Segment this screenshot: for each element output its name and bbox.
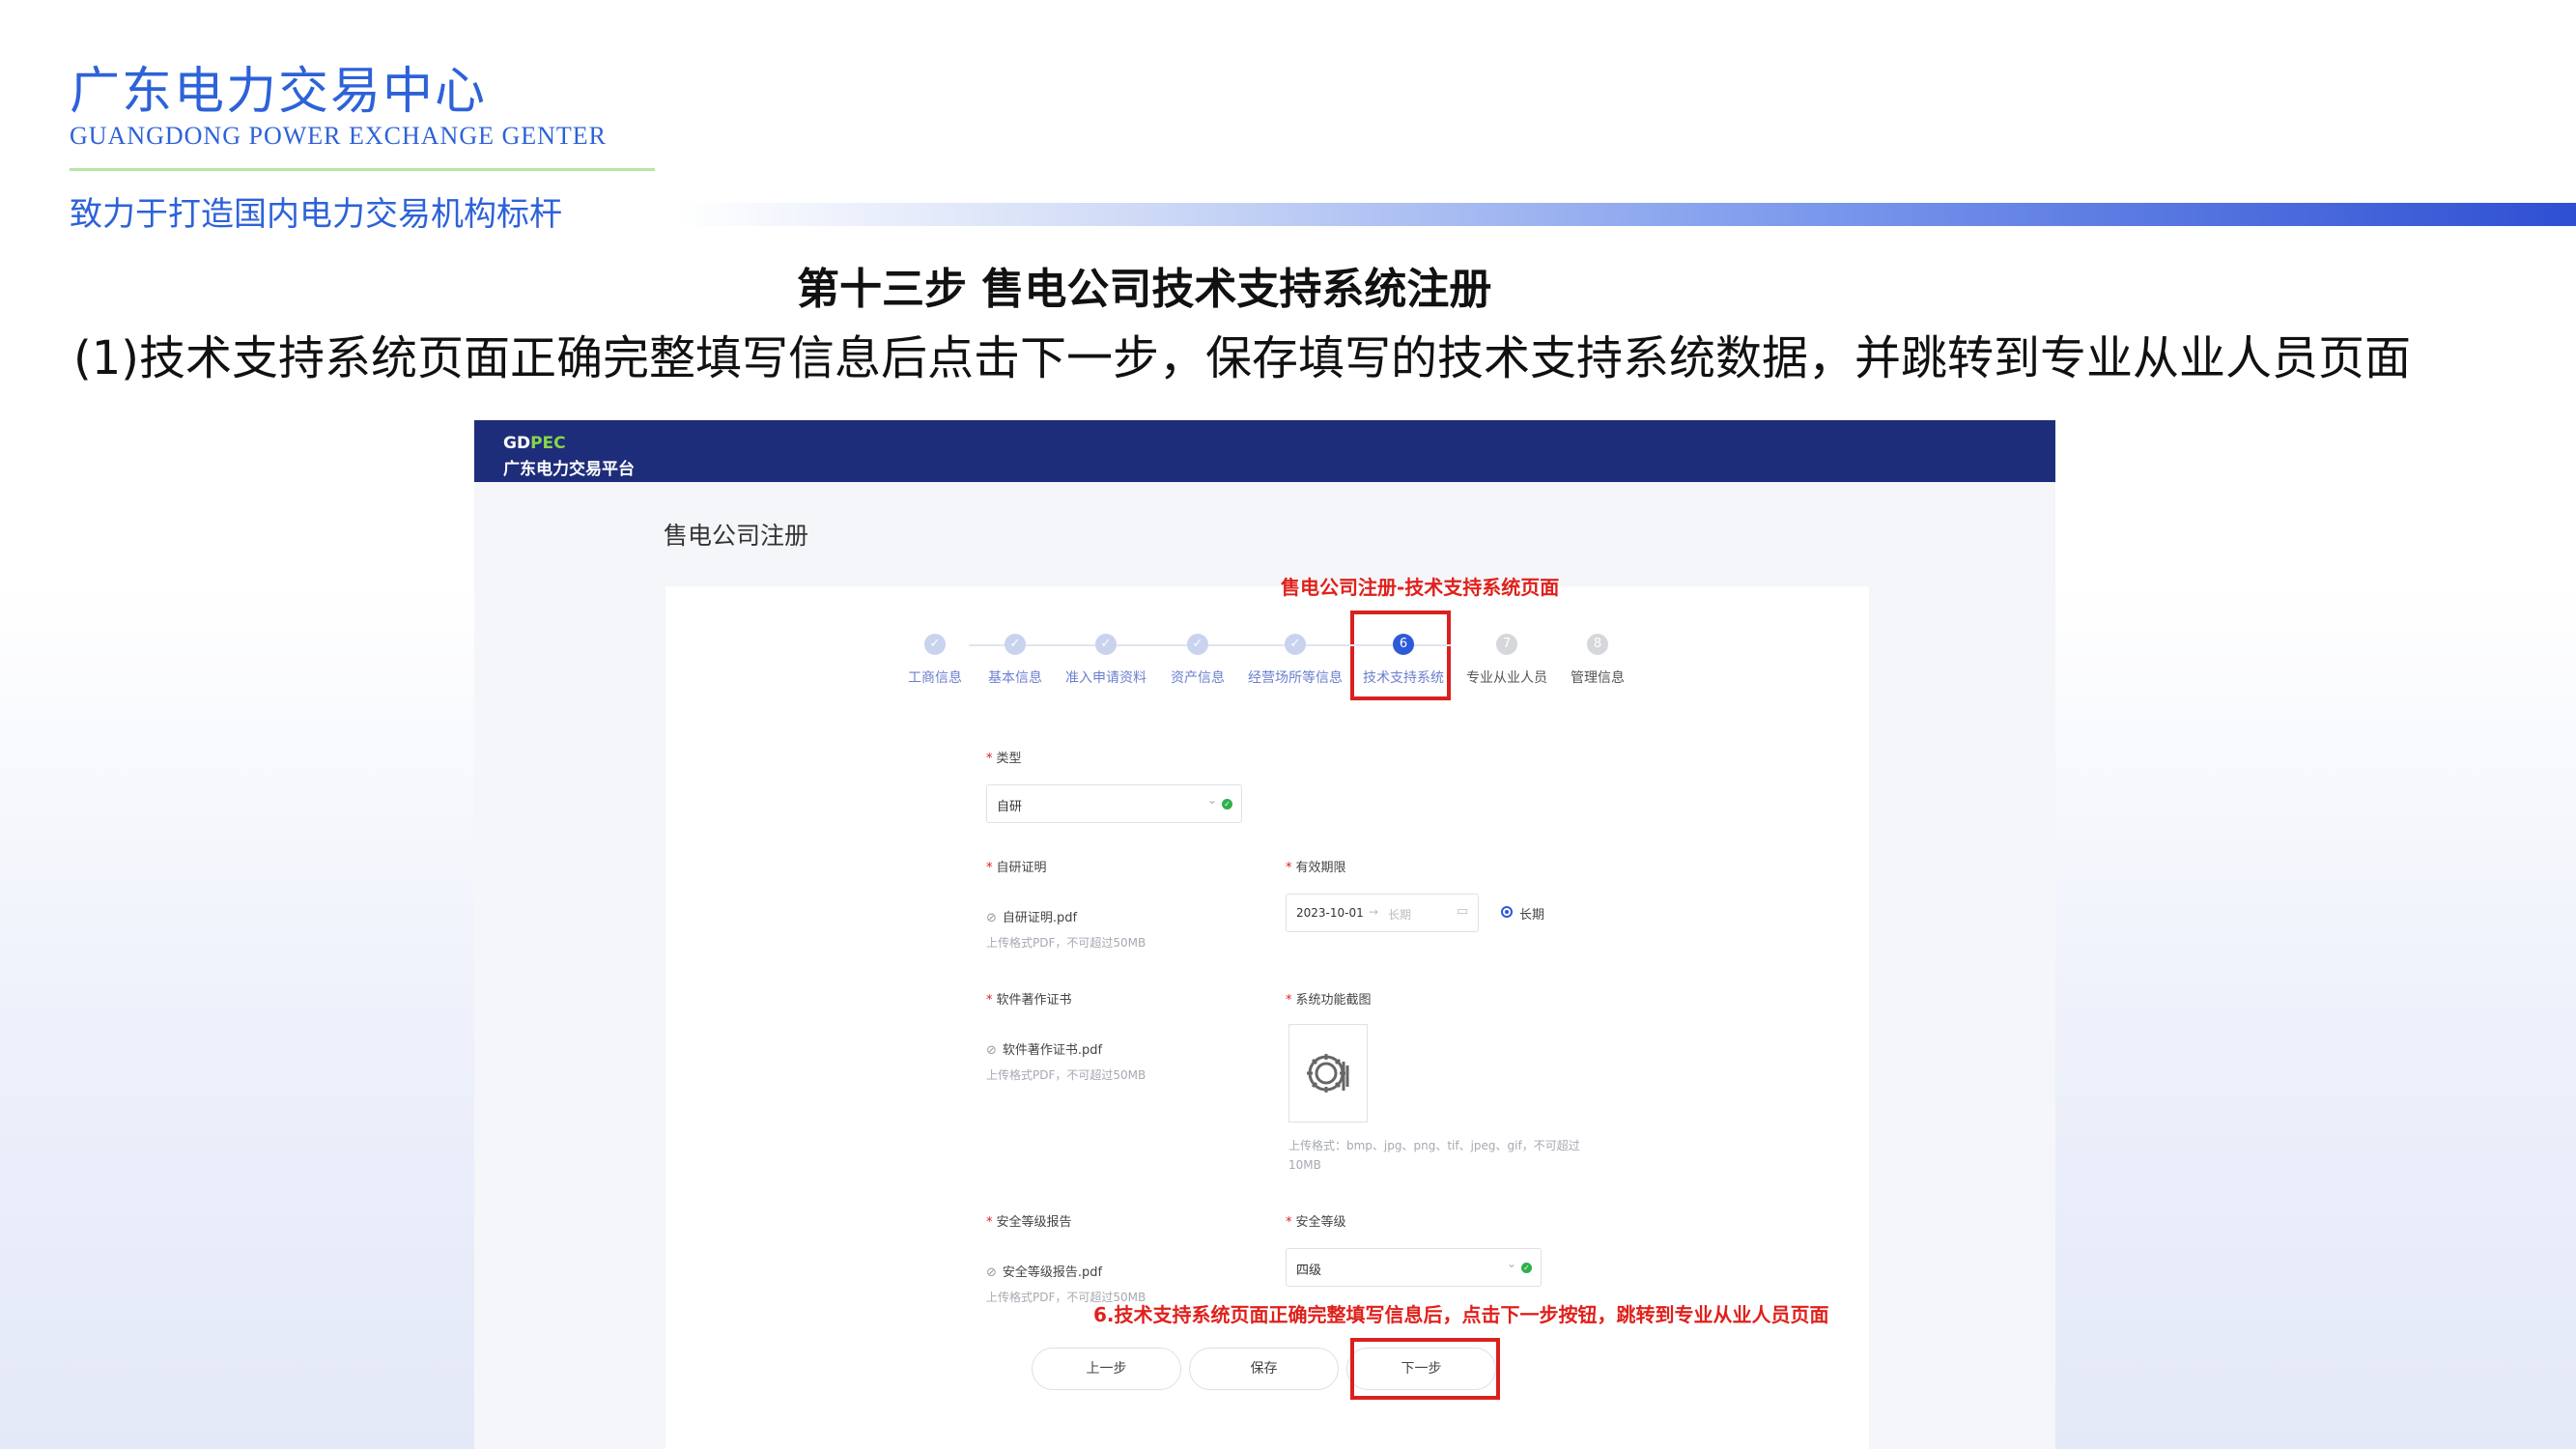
step-8-label[interactable]: 管理信息 bbox=[1563, 668, 1632, 687]
type-label: *自研类型 bbox=[986, 752, 1022, 766]
gear-settings-icon bbox=[1307, 1054, 1349, 1093]
type-select-value: 自研 bbox=[997, 800, 1023, 814]
prev-button[interactable]: 上一步 bbox=[1032, 1348, 1181, 1390]
app-topbar: GDPEC 广东电力交易平台 bbox=[474, 420, 2055, 482]
check-success-icon: ✓ bbox=[1222, 799, 1232, 810]
stepper-line bbox=[969, 644, 1452, 646]
copyright-label: * 软件著作证书 bbox=[986, 993, 1072, 1008]
selfdev-label: * 自研证明 bbox=[986, 861, 1047, 875]
brand-name: 广东电力交易平台 bbox=[503, 460, 635, 479]
annotation-top: 售电公司注册-技术支持系统页面 bbox=[1281, 576, 1560, 599]
calendar-icon: ▭ bbox=[1457, 904, 1469, 919]
selfdev-hint: 上传格式PDF，不可超过50MB bbox=[986, 936, 1146, 950]
step-3-dot[interactable]: ✓ bbox=[1095, 634, 1117, 655]
step-5-label[interactable]: 经营场所等信息 bbox=[1242, 668, 1348, 687]
step-6-dot[interactable]: 6 bbox=[1393, 634, 1414, 655]
annotation-box-next-button bbox=[1350, 1338, 1500, 1400]
radio-dot bbox=[1505, 910, 1509, 914]
org-name-en: GUANGDONG POWER EXCHANGE GENTER bbox=[70, 122, 608, 150]
screenshot-label: * 系统功能截图 bbox=[1286, 993, 1372, 1008]
step-7-dot[interactable]: 7 bbox=[1496, 634, 1517, 655]
copyright-file[interactable]: ⊘ 软件著作证书.pdf bbox=[986, 1039, 1102, 1058]
security-level-value: 四级 bbox=[1296, 1264, 1322, 1278]
step-4-label[interactable]: 资产信息 bbox=[1163, 668, 1232, 687]
annotation-bottom: 6.技术支持系统页面正确完整填写信息后，点击下一步按钮，跳转到专业从业人员页面 bbox=[1093, 1303, 1829, 1326]
security-report-file[interactable]: ⊘ 安全等级报告.pdf bbox=[986, 1262, 1102, 1280]
screenshot-hint-line2: 10MB bbox=[1288, 1158, 1321, 1172]
step-2-dot[interactable]: ✓ bbox=[1005, 634, 1026, 655]
slogan: 致力于打造国内电力交易机构标杆 bbox=[70, 195, 562, 234]
range-arrow: → bbox=[1369, 905, 1379, 919]
step-3-label[interactable]: 准入申请资料 bbox=[1062, 668, 1150, 687]
step-description: (1)技术支持系统页面正确完整填写信息后点击下一步，保存填写的技术支持系统数据，… bbox=[73, 331, 2411, 385]
security-level-label: * 安全等级 bbox=[1286, 1215, 1346, 1230]
app-screenshot: GDPEC 广东电力交易平台 售电公司注册 售电公司注册-技术支持系统页面 ✓ … bbox=[474, 420, 2055, 1449]
step-7-label[interactable]: 专业从业人员 bbox=[1463, 668, 1550, 687]
security-report-label: * 安全等级报告 bbox=[986, 1215, 1072, 1230]
annotation-box-current-step bbox=[1350, 611, 1451, 700]
validity-date-range[interactable]: 2023-10-01 → 长期 ▭ bbox=[1286, 894, 1479, 932]
org-name: 广东电力交易中心 bbox=[70, 63, 488, 121]
validity-end-placeholder: 长期 bbox=[1388, 908, 1412, 922]
step-4-dot[interactable]: ✓ bbox=[1187, 634, 1208, 655]
header-gradient-bar bbox=[676, 203, 2576, 226]
long-term-radio[interactable] bbox=[1501, 906, 1513, 918]
check-success-icon: ✓ bbox=[1521, 1263, 1532, 1273]
header-divider bbox=[70, 168, 655, 171]
step-5-dot[interactable]: ✓ bbox=[1285, 634, 1306, 655]
validity-start-date: 2023-10-01 bbox=[1296, 906, 1364, 920]
chevron-down-icon: ⌄ bbox=[1207, 793, 1218, 807]
security-level-select[interactable]: 四级 ⌄ ✓ bbox=[1286, 1248, 1542, 1287]
page-title: 售电公司注册 bbox=[664, 522, 809, 550]
step-2-label[interactable]: 基本信息 bbox=[980, 668, 1050, 687]
step-title: 第十三步 售电公司技术支持系统注册 bbox=[797, 265, 1492, 314]
selfdev-file[interactable]: ⊘ 自研证明.pdf bbox=[986, 907, 1077, 925]
attachment-icon: ⊘ bbox=[986, 1265, 997, 1280]
long-term-label: 长期 bbox=[1519, 908, 1545, 923]
chevron-down-icon: ⌄ bbox=[1507, 1257, 1517, 1270]
step-6-label[interactable]: 技术支持系统 bbox=[1360, 668, 1447, 687]
copyright-hint: 上传格式PDF，不可超过50MB bbox=[986, 1068, 1146, 1082]
screenshot-thumbnail[interactable] bbox=[1288, 1024, 1368, 1122]
screenshot-hint-line1: 上传格式：bmp、jpg、png、tif、jpeg、gif，不可超过 bbox=[1288, 1139, 1580, 1152]
type-select[interactable]: 自研 ⌄ ✓ bbox=[986, 784, 1242, 823]
step-8-dot[interactable]: 8 bbox=[1587, 634, 1608, 655]
attachment-icon: ⊘ bbox=[986, 1043, 997, 1058]
validity-label: * 有效期限 bbox=[1286, 861, 1346, 875]
brand-logo-text: GDPEC bbox=[503, 434, 566, 453]
step-1-dot[interactable]: ✓ bbox=[924, 634, 946, 655]
attachment-icon: ⊘ bbox=[986, 911, 997, 925]
save-button[interactable]: 保存 bbox=[1189, 1348, 1339, 1390]
step-1-label[interactable]: 工商信息 bbox=[900, 668, 970, 687]
